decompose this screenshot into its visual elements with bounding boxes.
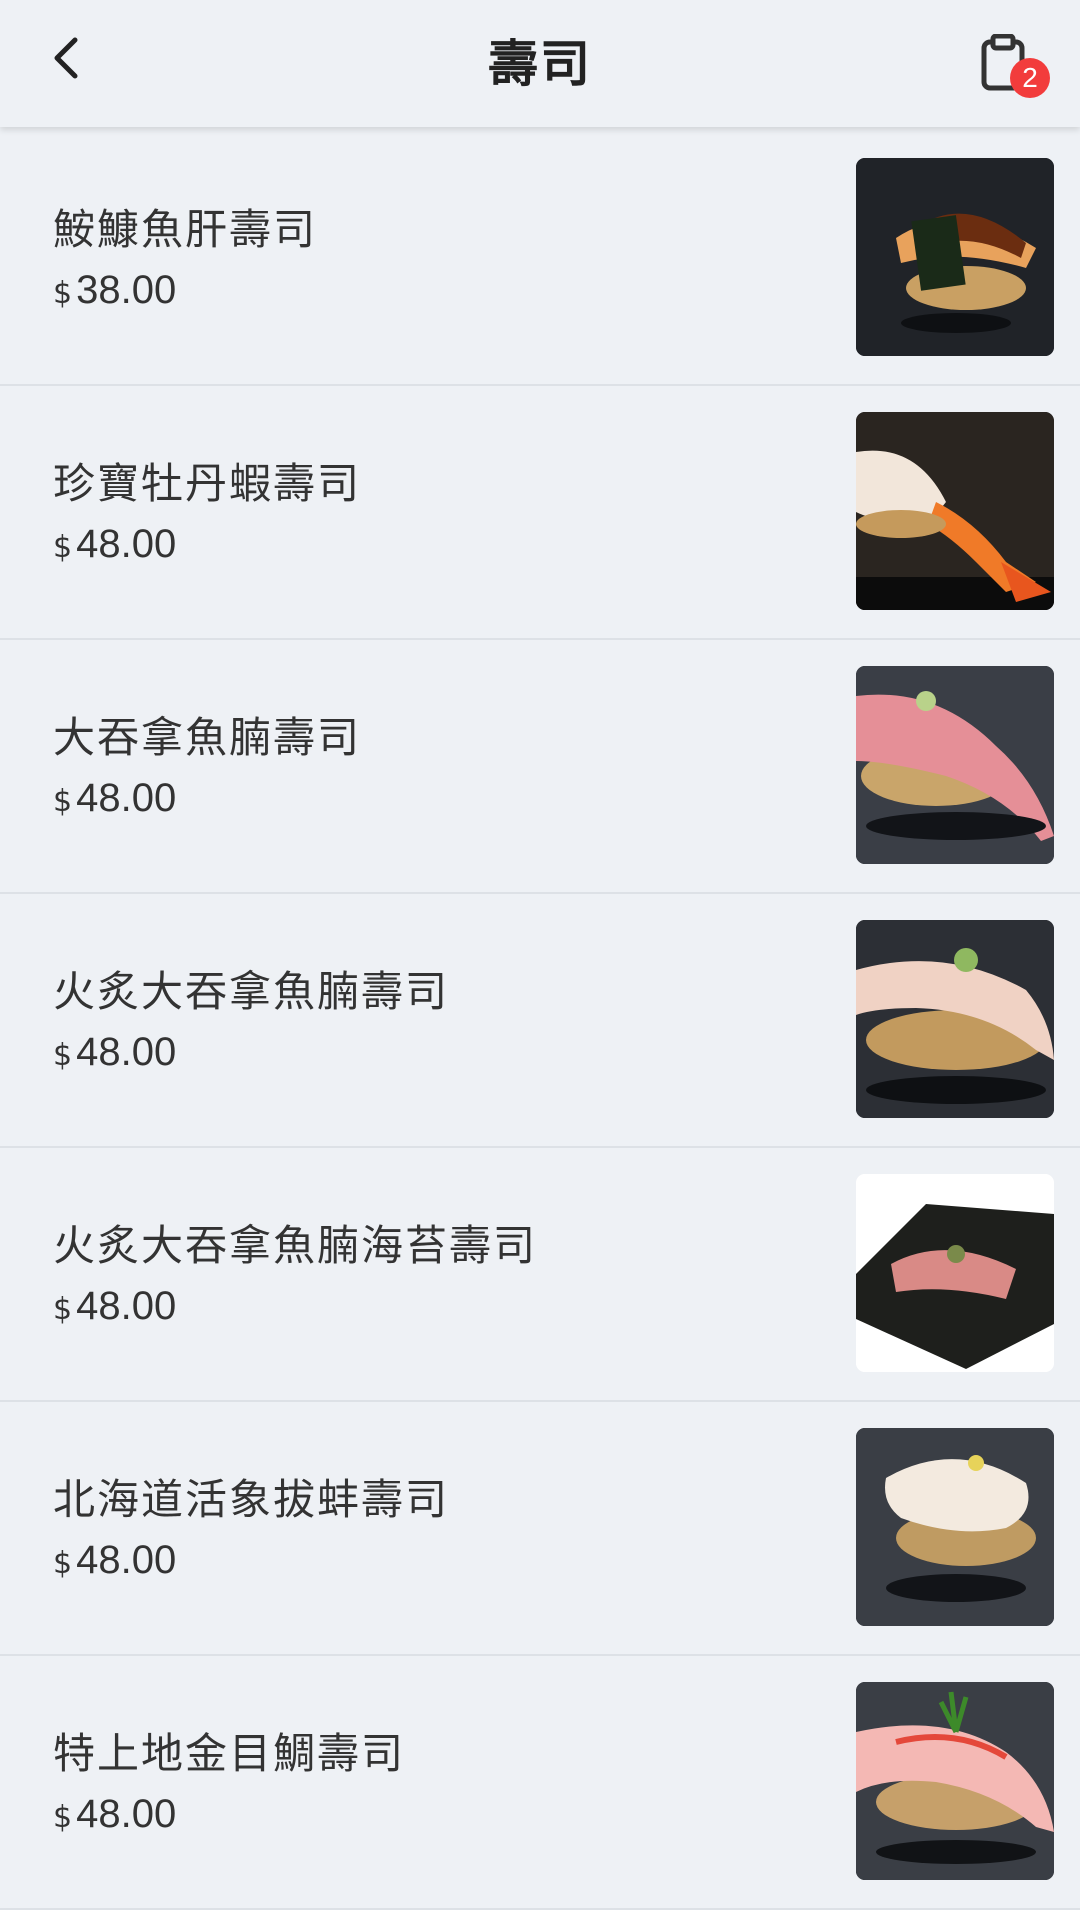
price-amount: 48.00 (76, 776, 177, 820)
item-price: $48.00 (53, 1538, 176, 1583)
price-amount: 48.00 (76, 1538, 177, 1582)
currency-symbol: $ (53, 1800, 73, 1835)
currency-symbol: $ (53, 1292, 73, 1327)
ankimo-sushi-image (856, 158, 1054, 356)
price-amount: 38.00 (76, 268, 177, 312)
botan-shrimp-sushi-image (856, 412, 1054, 610)
menu-item[interactable]: 火炙大吞拿魚腩海苔壽司 $48.00 (0, 1148, 1080, 1402)
sushi-menu-list: 鮟鱇魚肝壽司 $38.00 珍寶牡丹蝦壽司 $48.00 大吞拿魚腩壽司 $ 4… (0, 132, 1080, 1910)
item-name: 鮟鱇魚肝壽司 (53, 205, 318, 254)
item-price: $48.00 (53, 1792, 176, 1837)
item-name: 特上地金目鯛壽司 (53, 1729, 406, 1778)
menu-item[interactable]: 鮟鱇魚肝壽司 $38.00 (0, 132, 1080, 386)
top-app-bar: 壽司 2 (0, 0, 1080, 127)
cart-count-badge: 2 (1010, 58, 1050, 98)
cart-button[interactable]: 2 (978, 30, 1050, 102)
item-price: $38.00 (53, 268, 176, 313)
menu-item[interactable]: 特上地金目鯛壽司 $48.00 (0, 1656, 1080, 1910)
seared-otoro-sushi-image (856, 920, 1054, 1118)
currency-symbol: $ (53, 784, 73, 819)
item-price: $48.00 (53, 1030, 176, 1075)
item-name: 大吞拿魚腩壽司 (53, 713, 362, 762)
price-amount: 48.00 (76, 1284, 177, 1328)
price-amount: 48.00 (76, 1792, 177, 1836)
item-name: 火炙大吞拿魚腩壽司 (53, 967, 450, 1016)
seared-otoro-nori-sushi-image (856, 1174, 1054, 1372)
menu-item[interactable]: 珍寶牡丹蝦壽司 $48.00 (0, 386, 1080, 640)
price-amount: 48.00 (76, 1030, 177, 1074)
item-name: 北海道活象拔蚌壽司 (53, 1475, 450, 1524)
menu-item[interactable]: 北海道活象拔蚌壽司 $48.00 (0, 1402, 1080, 1656)
otoro-sushi-image (856, 666, 1054, 864)
item-price: $48.00 (53, 776, 176, 821)
item-name: 火炙大吞拿魚腩海苔壽司 (53, 1221, 538, 1270)
item-price: $48.00 (53, 1284, 176, 1329)
geoduck-sushi-image (856, 1428, 1054, 1626)
currency-symbol: $ (53, 276, 73, 311)
price-amount: 48.00 (76, 522, 177, 566)
currency-symbol: $ (53, 530, 73, 565)
kinmedai-sushi-image (856, 1682, 1054, 1880)
currency-symbol: $ (53, 1546, 73, 1581)
menu-item[interactable]: 火炙大吞拿魚腩壽司 $48.00 (0, 894, 1080, 1148)
item-name: 珍寶牡丹蝦壽司 (53, 459, 362, 508)
page-title: 壽司 (488, 35, 592, 93)
currency-symbol: $ (53, 1038, 73, 1073)
item-price: $48.00 (53, 522, 176, 567)
menu-item[interactable]: 大吞拿魚腩壽司 $48.00 (0, 640, 1080, 894)
